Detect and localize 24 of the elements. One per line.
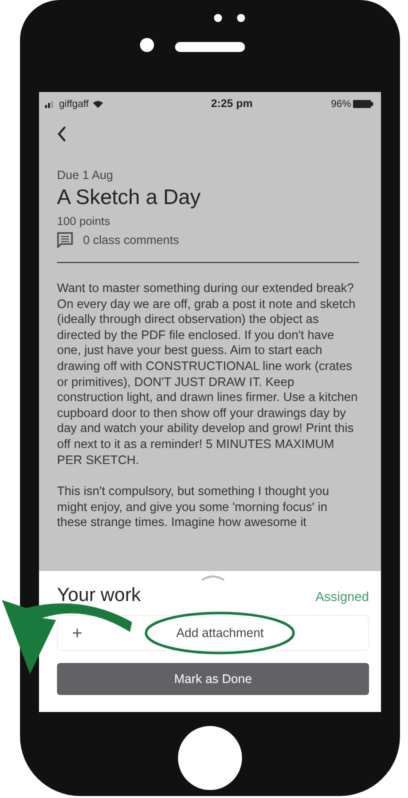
description-paragraph: This isn't compulsory, but something I thought you might enjoy, and give you some 'morning focus' in these strange times. Imagine how awesome it [57, 484, 330, 531]
wifi-icon [92, 100, 103, 108]
battery-percent: 96% [330, 98, 351, 110]
battery-icon [352, 100, 373, 108]
plus-icon: + [72, 622, 83, 644]
drag-handle-icon[interactable] [201, 575, 225, 581]
status-label: Assigned [316, 588, 369, 604]
carrier-name: giffgaff [59, 98, 89, 110]
mark-done-button[interactable]: Mark as Done [57, 663, 369, 695]
back-icon[interactable] [57, 126, 67, 142]
sensor-dot [214, 14, 222, 22]
points-label: 100 points [57, 216, 112, 228]
status-time: 2:25 pm [211, 98, 253, 110]
signal-icon [45, 100, 55, 108]
speaker-slot [175, 42, 245, 52]
comment-icon[interactable] [57, 232, 73, 248]
comments-link[interactable]: 0 class comments [83, 233, 180, 247]
assignment-title: A Sketch a Day [57, 186, 202, 210]
camera-dot [140, 38, 154, 52]
add-attachment-label: Add attachment [176, 626, 264, 640]
sensor-dot [237, 14, 245, 22]
section-title: Your work [57, 585, 141, 607]
due-date: Due 1 Aug [57, 168, 114, 182]
description-paragraph: Want to master something during our extended break? On every day we are off, grab a post it note and sketch (ideally through direct observation) the object as directed by the PDF file enclosed. If you don't have one, just have your best guess. Aim to start each drawing off with CONSTRUCTIONAL line work (crates or primitives), DON'T JUST DRAW IT. Keep construction light, and drawn lines firmer. Use a kitchen cupboard door to then show off your drawings day by day and watch your ability develop and grow! Print this off next to it as a reminder! 5 MINUTES MAXIMUM PER SKETCH. [57, 281, 359, 468]
